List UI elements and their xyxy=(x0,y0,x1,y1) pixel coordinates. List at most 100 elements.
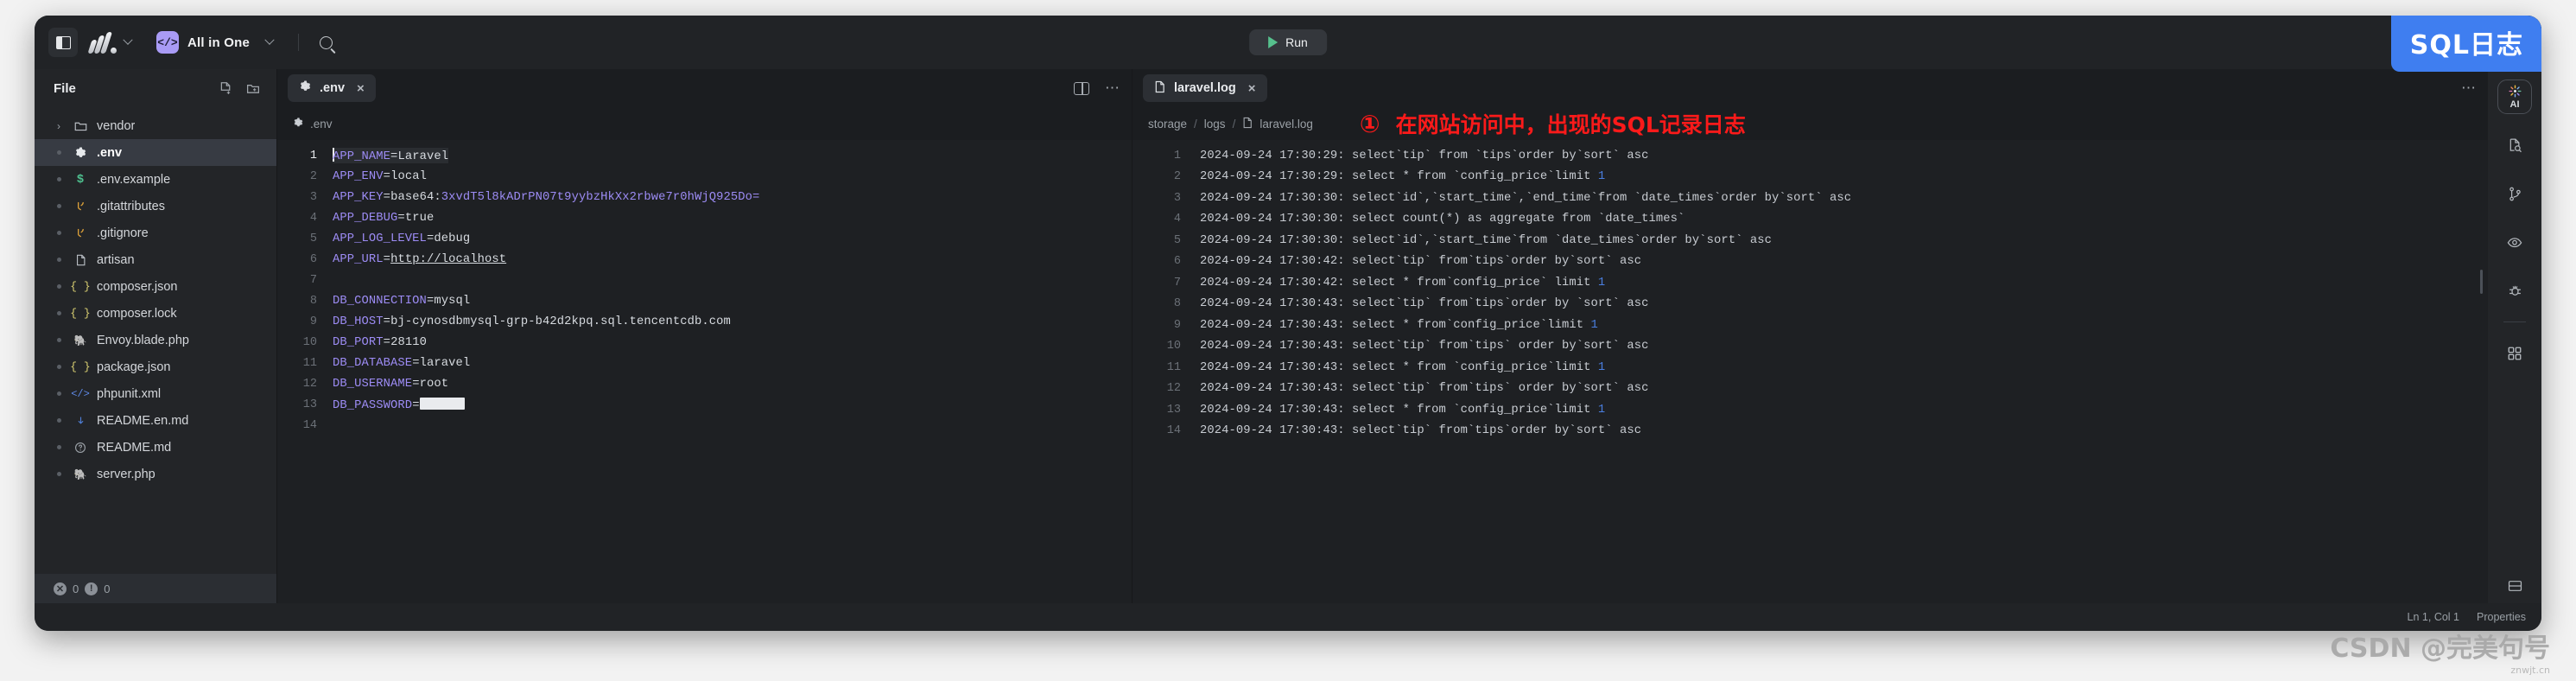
env-code-line[interactable]: 13 DB_PASSWORD= xyxy=(277,394,1132,415)
new-folder-icon[interactable] xyxy=(245,81,261,96)
tab-laravel-log-close-icon[interactable]: × xyxy=(1248,81,1256,96)
toggle-sidebar-button[interactable] xyxy=(48,28,78,57)
project-selector[interactable]: </> All in One xyxy=(151,28,286,57)
properties-label[interactable]: Properties xyxy=(2477,611,2526,623)
error-icon: ✕ xyxy=(54,582,67,595)
file-tree-item-label: server.php xyxy=(97,467,155,481)
search-button[interactable] xyxy=(311,28,340,57)
log-line[interactable]: 10 2024-09-24 17:30:43: select`tip` from`… xyxy=(1133,336,2488,358)
tabstrip-right: laravel.log × ⋯ xyxy=(1133,69,2488,107)
file-tree-item-gitattributes[interactable]: .gitattributes xyxy=(35,193,276,220)
tab-env-close-icon[interactable]: × xyxy=(357,81,365,96)
breadcrumb-crumb-logs[interactable]: logs xyxy=(1204,118,1226,130)
tab-laravel-log[interactable]: laravel.log × xyxy=(1143,74,1267,102)
editor-window: </> All in One Run File › vendor .env $ … xyxy=(35,16,2541,631)
env-code-line[interactable]: 7 xyxy=(277,270,1132,290)
more-options-icon[interactable]: ⋯ xyxy=(1105,80,1121,97)
file-tree-item-env[interactable]: .env xyxy=(35,139,276,166)
log-line[interactable]: 8 2024-09-24 17:30:43: select`tip` from`t… xyxy=(1133,294,2488,315)
file-tree[interactable]: › vendor .env $ .env.example .gitattributes .g… xyxy=(35,107,276,574)
line-number: 12 xyxy=(302,377,317,391)
file-tree-item-composer-json[interactable]: { } composer.json xyxy=(35,273,276,300)
problems-status-bar[interactable]: ✕ 0 ! 0 xyxy=(35,574,276,603)
log-line[interactable]: 12 2024-09-24 17:30:43: select`tip` from`… xyxy=(1133,379,2488,400)
log-line[interactable]: 3 2024-09-24 17:30:30: select`id`,`start_… xyxy=(1133,188,2488,209)
line-content: 2024-09-24 17:30:43: select`tip` from`ti… xyxy=(1200,424,1642,438)
log-line[interactable]: 13 2024-09-24 17:30:43: select * from `co… xyxy=(1133,399,2488,421)
logo-dropdown-chevron-down-icon[interactable] xyxy=(117,31,139,54)
file-tree-item-phpunit-xml[interactable]: </> phpunit.xml xyxy=(35,380,276,407)
file-search-button[interactable] xyxy=(2497,128,2532,162)
log-line[interactable]: 1 2024-09-24 17:30:29: select`tip` from `… xyxy=(1133,145,2488,167)
scrollbar-thumb[interactable] xyxy=(2480,270,2483,294)
breadcrumb-left-label[interactable]: .env xyxy=(310,118,333,130)
file-tree-item-readme-md[interactable]: README.md xyxy=(35,434,276,461)
env-code-line[interactable]: 6 APP_URL=http://localhost xyxy=(277,249,1132,270)
line-number: 14 xyxy=(1166,424,1181,438)
log-line[interactable]: 14 2024-09-24 17:30:43: select`tip` from`… xyxy=(1133,421,2488,442)
file-tree-item-artisan[interactable]: artisan xyxy=(35,246,276,273)
breadcrumb-crumb-file[interactable]: laravel.log xyxy=(1259,118,1313,130)
line-content: 2024-09-24 17:30:30: select count(*) as … xyxy=(1200,213,1685,226)
file-tree-item-vendor[interactable]: › vendor xyxy=(35,112,276,139)
log-line[interactable]: 5 2024-09-24 17:30:30: select`id`,`start_… xyxy=(1133,230,2488,251)
braces-icon: { } xyxy=(70,360,91,373)
expand-chevron-right-icon[interactable]: › xyxy=(54,120,64,132)
project-chevron-down-icon[interactable] xyxy=(258,31,281,54)
file-tree-item-composer-lock[interactable]: { } composer.lock xyxy=(35,300,276,327)
ai-assistant-button[interactable]: AI xyxy=(2497,80,2532,114)
line-content: APP_KEY=base64:3xvdT5l8kADrPN07t9yybzHkX… xyxy=(333,190,760,204)
log-line[interactable]: 4 2024-09-24 17:30:30: select count(*) as… xyxy=(1133,209,2488,231)
php-icon: 🐘 xyxy=(73,468,87,481)
more-options-icon-right[interactable]: ⋯ xyxy=(2461,80,2478,97)
line-number: 13 xyxy=(302,398,317,411)
env-code-line[interactable]: 5 APP_LOG_LEVEL=debug xyxy=(277,228,1132,249)
line-content: DB_DATABASE=laravel xyxy=(333,356,471,370)
env-code-line[interactable]: 11 DB_DATABASE=laravel xyxy=(277,353,1132,373)
line-number: 10 xyxy=(302,335,317,349)
env-code-line[interactable]: 12 DB_USERNAME=root xyxy=(277,373,1132,394)
log-line[interactable]: 7 2024-09-24 17:30:42: select * from`conf… xyxy=(1133,272,2488,294)
file-tree-item-label: README.en.md xyxy=(97,413,189,428)
line-number: 2 xyxy=(1173,170,1181,184)
env-code-line[interactable]: 14 xyxy=(277,415,1132,436)
log-line[interactable]: 11 2024-09-24 17:30:43: select * from `co… xyxy=(1133,357,2488,379)
log-line[interactable]: 6 2024-09-24 17:30:42: select`tip` from`t… xyxy=(1133,251,2488,273)
file-status-dot-icon xyxy=(54,231,64,235)
line-number: 4 xyxy=(1173,213,1181,226)
file-tree-item-server-php[interactable]: 🐘 server.php xyxy=(35,461,276,487)
file-tree-item-readme-en-md[interactable]: README.en.md xyxy=(35,407,276,434)
breadcrumb-crumb-storage[interactable]: storage xyxy=(1148,118,1187,130)
env-code-line[interactable]: 2 APP_ENV=local xyxy=(277,166,1132,187)
env-code-line[interactable]: 8 DB_CONNECTION=mysql xyxy=(277,290,1132,311)
new-file-icon[interactable] xyxy=(219,81,233,96)
env-code-area[interactable]: 1 APP_NAME=Laravel 2 APP_ENV=local 3 APP_KEY=… xyxy=(277,140,1132,603)
layout-panel-button[interactable] xyxy=(2497,569,2532,603)
log-line[interactable]: 9 2024-09-24 17:30:43: select * from`conf… xyxy=(1133,315,2488,336)
log-code-area[interactable]: 1 2024-09-24 17:30:29: select`tip` from `… xyxy=(1133,140,2488,603)
file-icon-crumb xyxy=(1242,117,1253,131)
env-code-line[interactable]: 10 DB_PORT=28110 xyxy=(277,332,1132,353)
env-code-line[interactable]: 9 DB_HOST=bj-cynosdbmysql-grp-b42d2kpq.sq… xyxy=(277,311,1132,332)
log-line[interactable]: 2 2024-09-24 17:30:29: select * from `con… xyxy=(1133,167,2488,188)
preview-eye-button[interactable] xyxy=(2497,225,2532,259)
debug-bug-button[interactable] xyxy=(2497,273,2532,308)
git-branch-button[interactable] xyxy=(2497,176,2532,211)
tab-env[interactable]: .env × xyxy=(288,74,376,102)
env-code-line[interactable]: 3 APP_KEY=base64:3xvdT5l8kADrPN07t9yybzHk… xyxy=(277,187,1132,207)
code-brackets-icon: </> xyxy=(156,31,179,54)
file-status-dot-icon xyxy=(54,472,64,476)
file-tree-item-gitignore[interactable]: .gitignore xyxy=(35,220,276,246)
file-tree-item-package-json[interactable]: { } package.json xyxy=(35,353,276,380)
extensions-button[interactable] xyxy=(2497,336,2532,371)
split-editor-icon[interactable] xyxy=(1074,81,1089,95)
cursor-position-label[interactable]: Ln 1, Col 1 xyxy=(2408,611,2459,623)
env-code-line[interactable]: 1 APP_NAME=Laravel xyxy=(277,145,1132,166)
line-number: 14 xyxy=(302,418,317,432)
env-code-line[interactable]: 4 APP_DEBUG=true xyxy=(277,207,1132,228)
file-status-dot-icon xyxy=(54,258,64,262)
file-tree-item-envoy-blade-php[interactable]: 🐘 Envoy.blade.php xyxy=(35,327,276,353)
run-button[interactable]: Run xyxy=(1249,29,1327,55)
file-tree-item-env-example[interactable]: $ .env.example xyxy=(35,166,276,193)
file-tree-item-label: .env.example xyxy=(97,172,171,187)
